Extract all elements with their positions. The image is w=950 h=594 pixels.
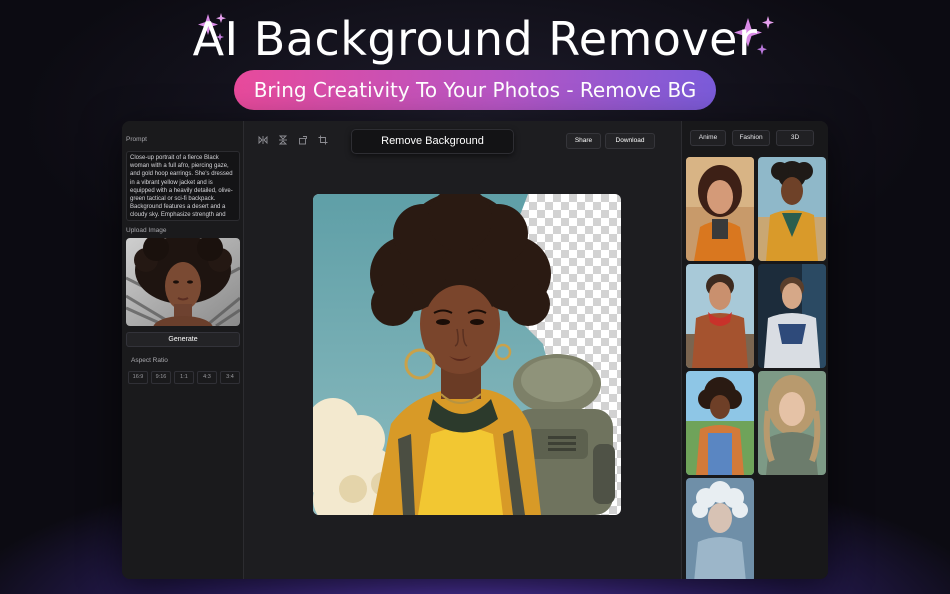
subtitle-banner: Bring Creativity To Your Photos - Remove… [234, 70, 716, 110]
aspect-ratio-options: 16:9 9:16 1:1 4:3 3:4 [128, 371, 240, 384]
uploaded-image[interactable] [126, 238, 240, 326]
app-window: Prompt Close-up portrait of a fierce Bla… [122, 121, 828, 579]
download-button[interactable]: Download [605, 133, 655, 149]
editor-area: Remove Background Share Download [244, 121, 681, 579]
left-sidebar: Prompt Close-up portrait of a fierce Bla… [122, 121, 244, 579]
gallery-thumbnail[interactable] [686, 157, 754, 261]
gallery-panel: Anime Fashion 3D [681, 121, 828, 579]
tab-3d[interactable]: 3D [776, 130, 814, 146]
aspect-ratio-1-1[interactable]: 1:1 [174, 371, 194, 384]
gallery-thumbnail[interactable] [686, 371, 754, 475]
aspect-ratio-4-3[interactable]: 4:3 [197, 371, 217, 384]
upload-label: Upload Image [126, 227, 167, 234]
generate-button[interactable]: Generate [126, 332, 240, 347]
tab-fashion[interactable]: Fashion [732, 130, 770, 146]
gallery-thumbnail[interactable] [758, 264, 826, 368]
toolbar-icons [258, 135, 328, 145]
crop-icon[interactable] [318, 135, 328, 145]
flip-vertical-icon[interactable] [278, 135, 288, 145]
remove-background-button[interactable]: Remove Background [351, 129, 514, 154]
aspect-ratio-3-4[interactable]: 3:4 [220, 371, 240, 384]
rotate-icon[interactable] [298, 135, 308, 145]
share-button[interactable]: Share [566, 133, 601, 149]
aspect-ratio-9-16[interactable]: 9:16 [151, 371, 171, 384]
image-canvas[interactable] [313, 194, 621, 515]
gallery-thumbnail[interactable] [758, 157, 826, 261]
gallery-thumbnail[interactable] [686, 264, 754, 368]
prompt-label: Prompt [126, 136, 147, 143]
aspect-ratio-label: Aspect Ratio [131, 357, 168, 364]
gallery-thumbnail[interactable] [758, 371, 826, 475]
aspect-ratio-16-9[interactable]: 16:9 [128, 371, 148, 384]
gallery-thumbnail[interactable] [686, 478, 754, 579]
prompt-input[interactable]: Close-up portrait of a fierce Black woma… [126, 151, 240, 221]
flip-horizontal-icon[interactable] [258, 135, 268, 145]
tab-anime[interactable]: Anime [690, 130, 726, 146]
page-title: AI Background Remover [192, 12, 758, 66]
